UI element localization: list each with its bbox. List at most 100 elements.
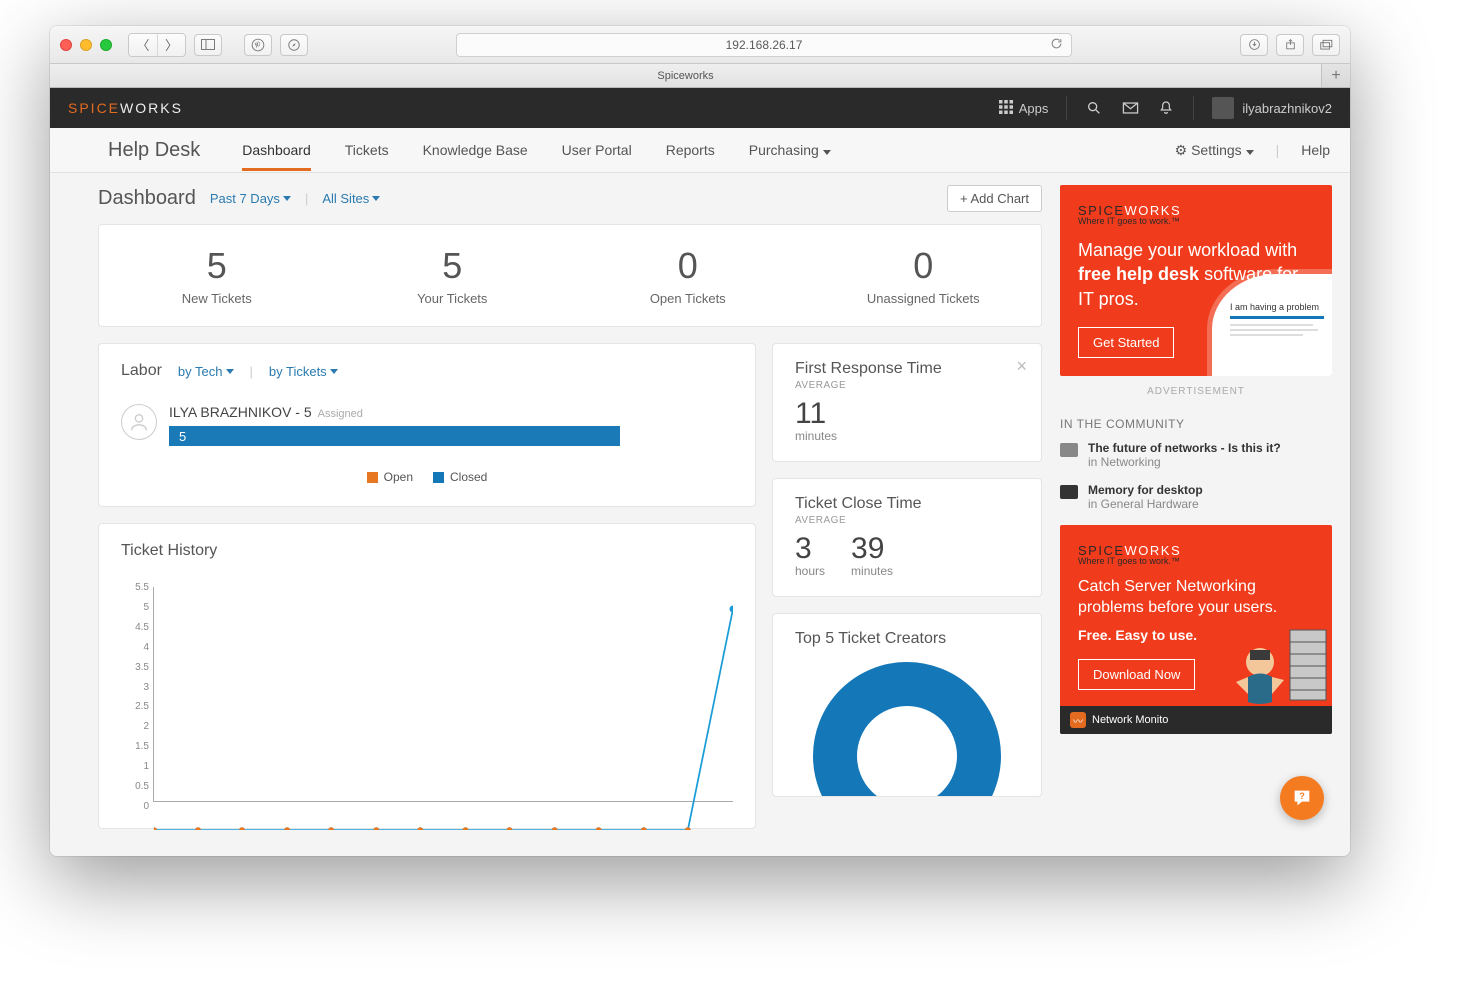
stat-your-tickets: 5Your Tickets — [335, 245, 571, 306]
user-menu[interactable]: ilyabrazhnikov2 — [1212, 97, 1332, 119]
chevron-down-icon — [372, 196, 380, 201]
search-icon[interactable] — [1085, 99, 1103, 117]
ticket-history-card: Ticket History 5.554.543.532.521.510.50 — [98, 523, 756, 829]
close-hours: 3 — [795, 534, 825, 564]
filter-sites[interactable]: All Sites — [322, 191, 380, 206]
get-started-button[interactable]: Get Started — [1078, 327, 1174, 358]
help-link[interactable]: Help — [1301, 142, 1330, 158]
tabs-icon[interactable] — [1312, 34, 1340, 56]
pinterest-icon[interactable] — [244, 34, 272, 56]
back-button[interactable]: 〈 — [129, 34, 157, 56]
ad-help-desk[interactable]: SPICEWORKS Where IT goes to work.™ Manag… — [1060, 185, 1332, 376]
navbar: Help Desk Dashboard Tickets Knowledge Ba… — [50, 128, 1350, 173]
ad-preview: I am having a problem — [1212, 274, 1332, 376]
apps-grid-icon — [999, 100, 1013, 117]
ad-label: ADVERTISEMENT — [1060, 386, 1332, 397]
nav-back-forward: 〈 〉 — [128, 33, 186, 57]
close-icon[interactable]: × — [1016, 356, 1027, 377]
filter-period[interactable]: Past 7 Days — [210, 191, 291, 206]
nav-tab-dashboard[interactable]: Dashboard — [242, 130, 311, 171]
stats-card: 5New Tickets 5Your Tickets 0Open Tickets… — [98, 224, 1042, 327]
ticket-close-card: Ticket Close Time AVERAGE 3hours 39minut… — [772, 478, 1042, 597]
network-monitor-icon: 〰 — [1070, 712, 1086, 728]
labor-bar: 5 — [169, 426, 620, 446]
labor-row: ILYA BRAZHNIKOV - 5 Assigned 5 — [121, 404, 733, 446]
community-title: IN THE COMMUNITY — [1060, 417, 1332, 431]
apps-link[interactable]: Apps — [999, 100, 1049, 117]
labor-by-tech[interactable]: by Tech — [178, 364, 234, 379]
share-icon[interactable] — [1276, 34, 1304, 56]
new-tab-button[interactable]: + — [1322, 64, 1350, 87]
swatch-closed — [433, 472, 444, 483]
chevron-down-icon — [1246, 150, 1254, 155]
help-bubble-button[interactable]: ? — [1280, 776, 1324, 820]
sidebar-toggle-icon[interactable] — [194, 34, 222, 56]
top-creators-card: Top 5 Ticket Creators — [772, 613, 1042, 797]
labor-by-tickets[interactable]: by Tickets — [269, 364, 338, 379]
labor-assigned-label: Assigned — [318, 408, 363, 420]
labor-legend: Open Closed — [121, 470, 733, 484]
chevron-down-icon — [226, 369, 234, 374]
history-title: Ticket History — [121, 542, 217, 560]
close-window-button[interactable] — [60, 39, 72, 51]
y-axis: 5.554.543.532.521.510.50 — [121, 582, 149, 812]
svg-text:?: ? — [1299, 791, 1305, 801]
nav-tabs: Dashboard Tickets Knowledge Base User Po… — [242, 130, 830, 171]
forward-button[interactable]: 〉 — [157, 34, 185, 56]
main-column: Dashboard Past 7 Days | All Sites + Add … — [50, 173, 1060, 856]
address-bar[interactable]: 192.168.26.17 — [456, 33, 1072, 57]
browser-window: 〈 〉 192.168.26.17 — [50, 26, 1350, 856]
browser-tab[interactable]: Spiceworks — [50, 64, 1322, 87]
bell-icon[interactable] — [1157, 99, 1175, 117]
community-thumb-icon — [1060, 443, 1078, 457]
chevron-down-icon — [823, 150, 831, 155]
page-title: Dashboard — [98, 187, 196, 210]
community-item[interactable]: The future of networks - Is this it?in N… — [1060, 441, 1332, 469]
close-minutes: 39 — [851, 534, 893, 564]
download-now-button[interactable]: Download Now — [1078, 659, 1195, 690]
labor-user-name: ILYA BRAZHNIKOV - 5 — [169, 404, 312, 420]
maximize-window-button[interactable] — [100, 39, 112, 51]
downloads-icon[interactable] — [1240, 34, 1268, 56]
stat-new-tickets: 5New Tickets — [99, 245, 335, 306]
swatch-open — [367, 472, 378, 483]
page-header: Dashboard Past 7 Days | All Sites + Add … — [98, 185, 1042, 212]
sidebar: SPICEWORKS Where IT goes to work.™ Manag… — [1060, 173, 1350, 856]
toolbar-right-icons — [1240, 34, 1340, 56]
url-text: 192.168.26.17 — [726, 38, 803, 52]
community-thumb-icon — [1060, 485, 1078, 499]
ad-network-monitor[interactable]: SPICEWORKS Where IT goes to work.™ Catch… — [1060, 525, 1332, 734]
inbox-icon[interactable] — [1121, 99, 1139, 117]
first-response-value: 11 — [795, 399, 837, 429]
add-chart-button[interactable]: + Add Chart — [947, 185, 1042, 212]
settings-link[interactable]: ⚙ Settings — [1175, 142, 1254, 159]
app-title: Help Desk — [108, 139, 200, 162]
compass-icon[interactable] — [280, 34, 308, 56]
ad-illustration — [1228, 622, 1328, 712]
reload-icon[interactable] — [1050, 37, 1063, 53]
content: Dashboard Past 7 Days | All Sites + Add … — [50, 173, 1350, 856]
nav-tab-tickets[interactable]: Tickets — [345, 130, 389, 171]
nav-tab-knowledge-base[interactable]: Knowledge Base — [423, 130, 528, 171]
labor-card: Labor by Tech | by Tickets ILYA BRAZHNIK… — [98, 343, 756, 507]
gear-icon: ⚙ — [1175, 142, 1188, 158]
labor-title: Labor — [121, 362, 162, 380]
community-item[interactable]: Memory for desktopin General Hardware — [1060, 483, 1332, 511]
safari-toolbar: 〈 〉 192.168.26.17 — [50, 26, 1350, 64]
stat-unassigned-tickets: 0Unassigned Tickets — [806, 245, 1042, 306]
chevron-down-icon — [283, 196, 291, 201]
minimize-window-button[interactable] — [80, 39, 92, 51]
logo[interactable]: SPICEWORKS — [68, 100, 183, 116]
ticket-history-chart: 5.554.543.532.521.510.50 — [121, 582, 733, 812]
app-header: SPICEWORKS Apps ilyabrazhnikov2 — [50, 88, 1350, 128]
chevron-down-icon — [330, 369, 338, 374]
first-response-card: × First Response Time AVERAGE 11minutes — [772, 343, 1042, 462]
stat-open-tickets: 0Open Tickets — [570, 245, 806, 306]
avatar — [1212, 97, 1234, 119]
nav-tab-reports[interactable]: Reports — [666, 130, 715, 171]
nav-tab-purchasing[interactable]: Purchasing — [749, 130, 831, 171]
traffic-lights — [60, 39, 112, 51]
browser-tab-strip: Spiceworks + — [50, 64, 1350, 88]
person-icon — [121, 404, 157, 440]
nav-tab-user-portal[interactable]: User Portal — [562, 130, 632, 171]
